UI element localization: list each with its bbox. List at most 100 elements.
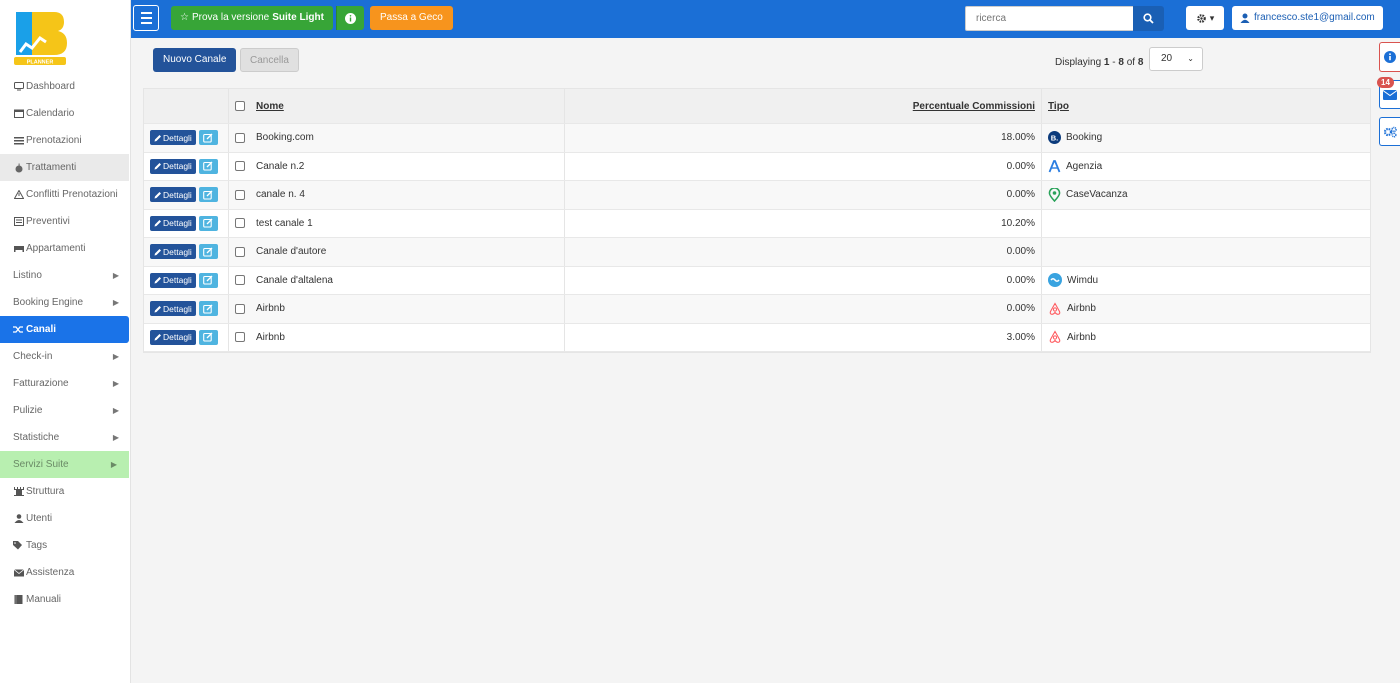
sidebar-item-prenotazioni[interactable]: Prenotazioni [0,127,131,154]
sidebar-item-appartamenti[interactable]: Appartamenti [0,235,131,262]
sidebar-item-assistenza[interactable]: Assistenza [0,559,131,586]
edit-button[interactable] [198,215,218,231]
header-percentuale[interactable]: Percentuale Commissioni [565,89,1042,123]
suite-info-button[interactable] [336,6,364,30]
sidebar-item-conflitti[interactable]: Conflitti Prenotazioni [0,181,131,208]
row-checkbox[interactable] [234,189,245,200]
info-icon [1384,51,1396,63]
header-tipo-label[interactable]: Tipo [1048,101,1069,112]
row-checkbox[interactable] [234,218,245,229]
sidebar-item-pulizie[interactable]: Pulizie ▶ [0,397,131,424]
wimdu-icon [1048,273,1062,288]
sidebar-item-tags[interactable]: Tags [0,532,131,559]
details-button[interactable]: Dettagli [150,329,196,345]
header-nome-label[interactable]: Nome [256,101,284,112]
header-tipo[interactable]: Tipo [1042,89,1370,123]
table-row[interactable]: Dettagli Airbnb 3.00% Airbnb [144,323,1370,352]
edit-button[interactable] [198,272,218,288]
row-checkbox[interactable] [234,246,245,257]
table-row[interactable]: Dettagli canale n. 4 0.00% CaseVacanza [144,181,1370,210]
details-label: Dettagli [163,246,192,257]
page-size-value: 20 [1161,53,1173,64]
user-email: francesco.ste1@gmail.com [1254,12,1375,23]
sidebar-item-trattamenti[interactable]: Trattamenti [0,154,129,181]
sidebar-item-label: Pulizie [13,405,43,416]
row-checkbox[interactable] [234,161,245,172]
sidebar-item-check-in[interactable]: Check-in ▶ [0,343,131,370]
sidebar-item-dashboard[interactable]: Dashboard [0,73,131,100]
user-icon [13,514,24,524]
details-label: Dettagli [163,189,192,200]
header-actions-cell [144,89,229,123]
side-settings-button[interactable] [1379,117,1400,146]
header-nome[interactable]: Nome [250,89,565,123]
cell-nome: Canale n.2 [250,152,565,180]
details-button[interactable]: Dettagli [150,272,196,288]
channel-type: Booking [1066,132,1103,144]
user-menu-button[interactable]: francesco.ste1@gmail.com [1232,6,1383,30]
page-size-select[interactable]: 20 ⌄ [1149,47,1203,71]
edit-button[interactable] [198,187,218,203]
table-row[interactable]: Dettagli Canale d'altalena 0.00% Wimdu [144,266,1370,295]
table-row[interactable]: Dettagli Canale n.2 0.00% Agenzia [144,152,1370,181]
table-row[interactable]: Dettagli Airbnb 0.00% Airbnb [144,295,1370,324]
sidebar-item-utenti[interactable]: Utenti [0,505,131,532]
details-button[interactable]: Dettagli [150,244,196,260]
channel-name: Booking.com [256,132,314,144]
row-checkbox[interactable] [234,132,245,143]
sidebar-item-canali[interactable]: Canali [0,316,129,343]
row-checkbox[interactable] [234,332,245,343]
row-checkbox[interactable] [234,275,245,286]
sidebar-item-manuali[interactable]: Manuali [0,586,131,613]
row-actions-cell: Dettagli [144,323,229,351]
header-perc-label[interactable]: Percentuale Commissioni [913,101,1035,112]
sidebar-item-calendario[interactable]: Calendario [0,100,131,127]
row-actions-cell: Dettagli [144,295,229,323]
edit-button[interactable] [198,158,218,174]
channel-name: Airbnb [256,303,285,315]
table-row[interactable]: Dettagli test canale 1 10.20% [144,209,1370,238]
sidebar-item-struttura[interactable]: Struttura [0,478,131,505]
table-row[interactable]: Dettagli Canale d'autore 0.00% [144,238,1370,267]
svg-text:PLANNER: PLANNER [27,60,54,66]
edit-button[interactable] [198,130,218,146]
sidebar-item-preventivi[interactable]: Preventivi [0,208,131,235]
row-checkbox[interactable] [234,303,245,314]
search-button[interactable] [1133,6,1164,31]
channel-type: CaseVacanza [1066,189,1128,201]
sidebar-item-listino[interactable]: Listino ▶ [0,262,131,289]
details-button[interactable]: Dettagli [150,301,196,317]
search-input[interactable] [965,6,1134,31]
delete-button[interactable]: Cancella [240,48,299,72]
side-info-button[interactable] [1379,42,1400,72]
pencil-icon [154,277,161,284]
details-button[interactable]: Dettagli [150,187,196,203]
menu-toggle-button[interactable] [133,5,159,31]
table-row[interactable]: Dettagli Booking.com 18.00% B. Booking [144,124,1370,153]
displaying-label: Displaying [1055,57,1102,68]
sidebar-item-label: Listino [13,270,42,281]
details-button[interactable]: Dettagli [150,158,196,174]
edit-button[interactable] [198,329,218,345]
sidebar-item-statistiche[interactable]: Statistiche ▶ [0,424,131,451]
row-actions-cell: Dettagli [144,266,229,294]
sidebar-item-servizi-suite[interactable]: Servizi Suite ▶ [0,451,129,478]
row-checkbox-cell [229,324,250,352]
details-button[interactable]: Dettagli [150,130,196,146]
settings-dropdown-button[interactable]: ▾ [1186,6,1224,30]
edit-button[interactable] [198,301,218,317]
select-all-checkbox[interactable] [234,101,245,111]
sidebar-item-booking-engine[interactable]: Booking Engine ▶ [0,289,131,316]
edit-square-icon [203,133,213,143]
cell-tipo: Wimdu [1042,267,1370,295]
try-suite-light-button[interactable]: ☆ Prova la versione Suite Light [171,6,333,30]
bb-planner-logo[interactable]: PLANNER [12,10,68,68]
sidebar-item-fatturazione[interactable]: Fatturazione ▶ [0,370,131,397]
details-button[interactable]: Dettagli [150,215,196,231]
svg-text:B.: B. [1051,134,1059,143]
cell-tipo: Airbnb [1042,324,1370,352]
edit-button[interactable] [198,244,218,260]
edit-square-icon [203,275,213,285]
switch-to-geco-button[interactable]: Passa a Geco [370,6,453,30]
new-channel-button[interactable]: Nuovo Canale [153,48,237,72]
